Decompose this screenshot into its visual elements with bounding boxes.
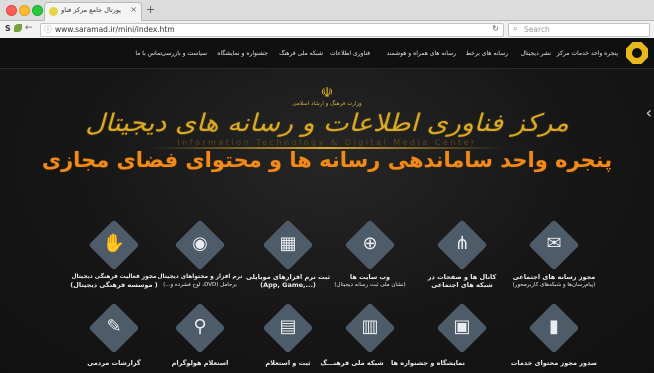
nav-item-national-culture-network[interactable]: شبکه ملی فرهنگ: [279, 50, 323, 57]
site-logo[interactable]: [626, 42, 648, 64]
back-arrow-icon[interactable]: ←: [25, 23, 33, 33]
search-input[interactable]: Search: [524, 25, 550, 34]
building-network-icon: ▥: [361, 316, 379, 337]
social-channels-label[interactable]: کانال ها و صفحات در شبکه های اجتماعی: [410, 273, 514, 289]
mobile-apps-tile[interactable]: ▦: [262, 219, 314, 271]
picture-frame-icon: ▣: [453, 316, 471, 337]
reload-icon[interactable]: ↻: [492, 24, 499, 33]
iran-emblem-icon: ☫: [320, 85, 334, 101]
bookmark-icon[interactable]: S: [5, 24, 11, 33]
window-close-button[interactable]: [6, 5, 17, 16]
content-services-license-tile[interactable]: ▮: [528, 302, 580, 354]
nav-item-policy-inspection[interactable]: سیاست و بازرسی: [161, 50, 207, 57]
page-headline: پنجره واحد ساماندهی رسانه ها و محتوای فض…: [41, 148, 613, 172]
media-disc-icon: ◉: [192, 233, 208, 254]
center-name-en: Information Technology & Digital Media C…: [177, 138, 477, 147]
social-media-license-label[interactable]: مجوز رسانه های اجتماعی (پیام‌رسان‌ها و شب…: [502, 273, 606, 289]
browser-nav-bar: S ← ⓘ www.saramad.ir/mini/index.htm ↻ ⌕ …: [0, 21, 654, 39]
report-pen-icon: ✎: [106, 316, 122, 337]
share-nodes-icon: ⋔: [454, 233, 470, 254]
registration-inquiry-tile[interactable]: ▤: [262, 302, 314, 354]
hologram-search-icon: ⚲: [193, 316, 207, 337]
websites-tile[interactable]: ⊕: [344, 219, 396, 271]
national-culture-network-tile[interactable]: ▥: [344, 302, 396, 354]
site-navigation: پنجره واحد خدمات مرکز نشر دیجیتال رسانه …: [0, 38, 654, 69]
tablet-app-icon: ▦: [279, 233, 297, 254]
public-reports-label[interactable]: گزارشات مردمی: [62, 359, 166, 367]
nav-item-information-technology[interactable]: فناوری اطلاعات: [330, 50, 370, 57]
window-minimize-button[interactable]: [19, 5, 30, 16]
hologram-inquiry-tile[interactable]: ⚲: [174, 302, 226, 354]
search-icon: ⌕: [513, 24, 518, 33]
social-channels-tile[interactable]: ⋔: [436, 219, 488, 271]
nav-item-mobile-media[interactable]: رسانه های همراه و هوشمند: [387, 50, 456, 57]
browser-tab-bar: پورتال جامع مرکز فناوری اطلا... × +: [0, 0, 654, 21]
nav-item-digital-publishing[interactable]: نشر دیجیتال: [521, 50, 551, 57]
search-bar[interactable]: ⌕ Search: [508, 23, 650, 37]
extension-icon[interactable]: [14, 24, 22, 32]
social-media-license-tile[interactable]: ✉: [528, 219, 580, 271]
tab-close-icon[interactable]: ×: [130, 5, 137, 14]
envelope-megaphone-icon: ✉: [546, 233, 562, 254]
center-name-fa: مرکز فناوری اطلاعات و رسانه های دیجیتال: [85, 109, 570, 138]
tab-title: پورتال جامع مرکز فناوری اطلا...: [61, 6, 121, 14]
url-text[interactable]: www.saramad.ir/mini/index.htm: [55, 25, 175, 34]
url-bar[interactable]: ⓘ www.saramad.ir/mini/index.htm ↻: [40, 23, 504, 37]
cultural-activity-license-tile[interactable]: ✋: [88, 219, 140, 271]
public-reports-tile[interactable]: ✎: [88, 302, 140, 354]
browser-tab[interactable]: پورتال جامع مرکز فناوری اطلا... ×: [44, 2, 142, 21]
nav-item-contact-us[interactable]: تماس با ما: [135, 50, 162, 57]
certificate-icon: ▤: [279, 316, 297, 337]
slider-next-icon[interactable]: ‹: [646, 103, 652, 122]
globe-web-icon: ⊕: [362, 233, 378, 254]
growth-chart-icon: ▮: [549, 316, 559, 337]
tab-favicon-icon: [49, 7, 58, 16]
nav-item-single-window[interactable]: پنجره واحد خدمات مرکز: [557, 50, 618, 57]
digital-content-tile[interactable]: ◉: [174, 219, 226, 271]
nav-item-festivals[interactable]: جشنواره و نمایشگاه: [217, 50, 268, 57]
handshake-icon: ✋: [102, 233, 126, 254]
exhibitions-tile[interactable]: ▣: [436, 302, 488, 354]
new-tab-icon[interactable]: +: [146, 3, 155, 16]
content-services-license-label[interactable]: صدور مجوز محتوای خدمات: [502, 359, 606, 367]
window-maximize-button[interactable]: [32, 5, 43, 16]
cultural-activity-license-label[interactable]: مجوز فعالیت فرهنگی دیجیتال( موسسه فرهنگی…: [62, 273, 166, 289]
ministry-name: وزارت فرهنگ و ارشاد اسلامی: [292, 101, 362, 107]
info-icon[interactable]: ⓘ: [44, 24, 52, 35]
nav-item-online-media[interactable]: رسانه های برخط: [465, 50, 508, 57]
